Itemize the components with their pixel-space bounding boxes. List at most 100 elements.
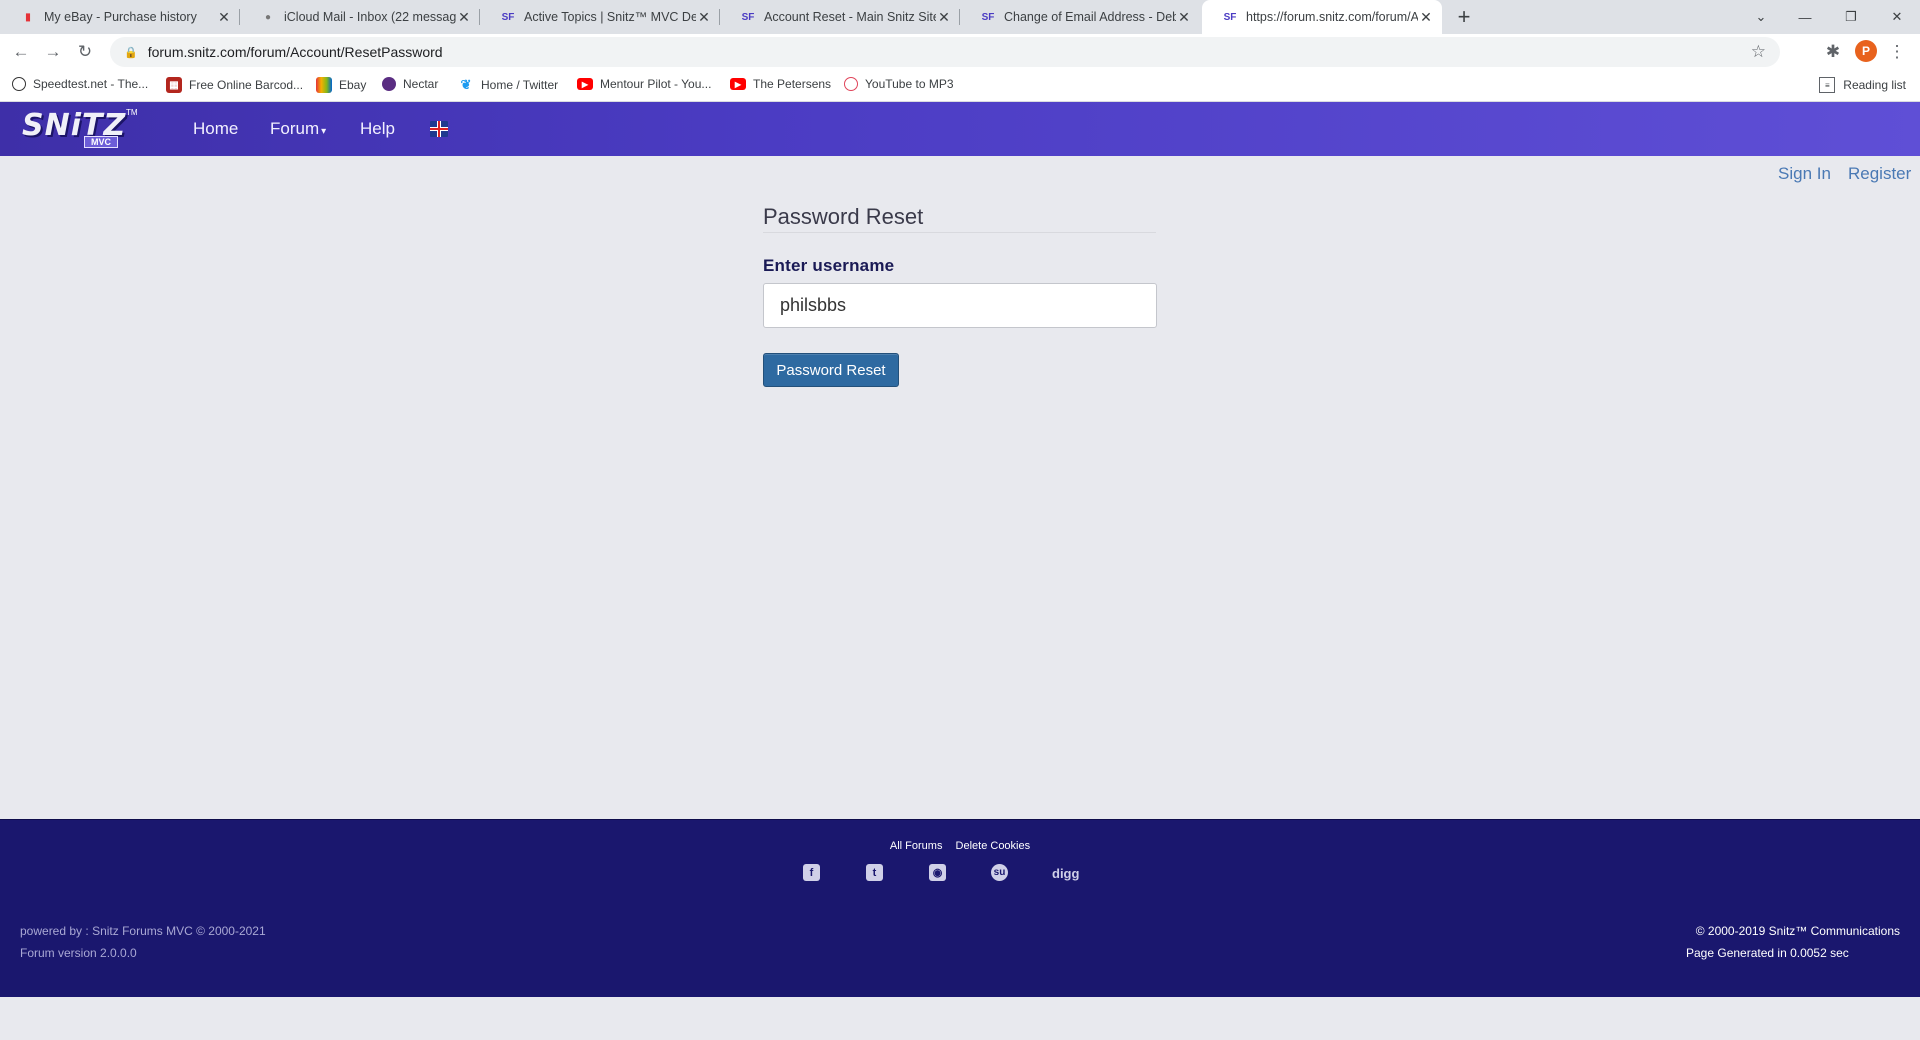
back-arrow-icon[interactable]: ← [8, 39, 34, 65]
ebay-bag-icon [316, 77, 332, 93]
tab-title: My eBay - Purchase history [44, 10, 197, 24]
tab-title: Account Reset - Main Snitz Site | [764, 10, 936, 24]
close-icon[interactable]: ✕ [696, 9, 712, 26]
title-divider [763, 232, 1156, 233]
tab-title: Change of Email Address - Debu [1004, 10, 1176, 24]
apple-icon: ● [264, 11, 272, 23]
powered-suffix: © 2000-2021 [196, 924, 266, 938]
nav-home[interactable]: Home [193, 119, 238, 139]
bookmark-item[interactable]: Nectar [382, 77, 438, 91]
stumbleupon-icon[interactable]: su [991, 864, 1008, 881]
browser-tab[interactable]: SF Change of Email Address - Debu ✕ [960, 0, 1200, 34]
sign-in-link[interactable]: Sign In [1778, 164, 1831, 184]
bookmark-label: Nectar [403, 77, 439, 91]
reading-list[interactable]: ≡ Reading list [1819, 77, 1906, 93]
extensions-puzzle-icon[interactable]: ✱ [1820, 39, 1846, 65]
delete-cookies-link[interactable]: Delete Cookies [956, 840, 1031, 852]
password-reset-button[interactable]: Password Reset [763, 353, 899, 387]
bookmark-item[interactable]: ❦ Home / Twitter [458, 77, 559, 93]
browser-tab[interactable]: ▮ My eBay - Purchase history ✕ [0, 0, 240, 34]
username-label: Enter username [763, 256, 895, 275]
ebay-bag-icon: ▮ [25, 11, 31, 23]
bookmark-item[interactable]: Speedtest.net - The... [12, 77, 148, 91]
close-icon[interactable]: ✕ [936, 9, 952, 26]
close-icon[interactable]: ✕ [456, 9, 472, 26]
youtube-icon: ▶ [577, 78, 593, 90]
forward-arrow-icon[interactable]: → [40, 39, 66, 65]
twitter-icon: ❦ [460, 77, 472, 92]
nav-help[interactable]: Help [360, 119, 395, 139]
close-icon[interactable]: ✕ [216, 9, 232, 26]
barcode-icon: ▦ [166, 77, 182, 93]
new-tab-plus-icon[interactable]: + [1450, 4, 1478, 32]
register-link[interactable]: Register [1848, 164, 1911, 184]
site-navbar: SNiTZ MVC TM Home Forum ▾ Help [0, 102, 1920, 156]
bookmark-label: YouTube to MP3 [865, 77, 954, 91]
window-close-icon[interactable]: ✕ [1874, 0, 1920, 34]
tab-title: Active Topics | Snitz™ MVC Dev S [524, 10, 696, 24]
bookmark-label: Speedtest.net - The... [33, 77, 149, 91]
minimize-icon[interactable]: — [1782, 0, 1828, 34]
powered-by: powered by : Snitz Forums MVC © 2000-202… [20, 924, 266, 938]
twitter-icon[interactable]: t [866, 864, 883, 881]
nectar-icon [382, 77, 396, 91]
tab-title: iCloud Mail - Inbox (22 messages [284, 10, 456, 24]
forum-version: Forum version 2.0.0.0 [20, 946, 137, 960]
nav-forum-label: Forum [270, 119, 320, 138]
youtube-icon: ▶ [730, 78, 746, 90]
bookmark-label: Home / Twitter [481, 78, 559, 92]
reading-list-label: Reading list [1843, 78, 1906, 92]
snitz-favicon: SF [981, 11, 995, 23]
address-bar[interactable]: 🔒 forum.snitz.com/forum/Account/ResetPas… [110, 37, 1780, 67]
speedometer-icon [12, 77, 26, 91]
uk-flag-icon[interactable] [430, 121, 448, 137]
bookmark-item[interactable]: ▶ Mentour Pilot - You... [577, 77, 711, 91]
tab-title: https://forum.snitz.com/forum/A [1246, 10, 1418, 24]
bookmarks-bar: Speedtest.net - The... ▦ Free Online Bar… [0, 70, 1920, 102]
bookmark-label: Free Online Barcod... [189, 78, 304, 92]
bookmark-label: Ebay [339, 78, 367, 92]
bookmark-item[interactable]: ▦ Free Online Barcod... [166, 77, 303, 93]
bookmark-item[interactable]: ▶ The Petersens [730, 77, 831, 91]
reading-list-icon: ≡ [1819, 77, 1836, 93]
facebook-icon[interactable]: f [803, 864, 820, 881]
page-generated-time: Page Generated in 0.0052 sec [1686, 946, 1849, 960]
nav-forum-dropdown[interactable]: Forum ▾ [270, 119, 326, 139]
bookmark-item[interactable]: YouTube to MP3 [844, 77, 954, 91]
digg-icon[interactable]: digg [1052, 864, 1079, 882]
reddit-icon[interactable]: ◉ [929, 864, 946, 881]
profile-avatar[interactable]: P [1855, 40, 1877, 62]
converter-icon [844, 77, 858, 91]
bookmark-label: Mentour Pilot - You... [600, 77, 712, 91]
powered-prefix: powered by : [20, 924, 89, 938]
browser-tab-strip: ▮ My eBay - Purchase history ✕ ● iCloud … [0, 0, 1920, 34]
all-forums-link[interactable]: All Forums [890, 840, 943, 852]
snitz-forums-link[interactable]: Snitz Forums MVC [92, 924, 193, 938]
lock-icon: 🔒 [124, 46, 138, 59]
username-input[interactable] [763, 283, 1157, 328]
page-title: Password Reset [763, 204, 924, 229]
site-footer: All Forums Delete Cookies f t ◉ su digg … [0, 819, 1920, 997]
close-icon[interactable]: ✕ [1176, 9, 1192, 26]
close-icon[interactable]: ✕ [1418, 9, 1434, 26]
restore-icon[interactable]: ❐ [1828, 0, 1874, 34]
browser-tab[interactable]: SF Account Reset - Main Snitz Site | ✕ [720, 0, 960, 34]
browser-tab[interactable]: ● iCloud Mail - Inbox (22 messages ✕ [240, 0, 480, 34]
snitz-favicon: SF [741, 11, 755, 23]
browser-toolbar: ← → ↻ 🔒 forum.snitz.com/forum/Account/Re… [0, 34, 1920, 70]
bookmark-label: The Petersens [753, 77, 832, 91]
site-logo[interactable]: SNiTZ MVC TM [22, 106, 138, 150]
tab-search-icon[interactable]: ⌄ [1738, 0, 1784, 34]
bookmark-item[interactable]: Ebay [316, 77, 366, 93]
bookmark-star-icon[interactable]: ☆ [1751, 42, 1766, 62]
browser-tab-active[interactable]: SF https://forum.snitz.com/forum/A ✕ [1202, 0, 1442, 34]
logo-trademark: TM [126, 108, 138, 117]
caret-down-icon: ▾ [321, 126, 327, 137]
reload-icon[interactable]: ↻ [72, 39, 98, 65]
logo-subtext: MVC [84, 136, 118, 148]
url-text: forum.snitz.com/forum/Account/ResetPassw… [147, 44, 443, 60]
snitz-favicon: SF [1223, 11, 1237, 23]
footer-links: All Forums Delete Cookies [0, 840, 1920, 852]
menu-kebab-icon[interactable]: ⋮ [1884, 39, 1910, 65]
browser-tab[interactable]: SF Active Topics | Snitz™ MVC Dev S ✕ [480, 0, 720, 34]
